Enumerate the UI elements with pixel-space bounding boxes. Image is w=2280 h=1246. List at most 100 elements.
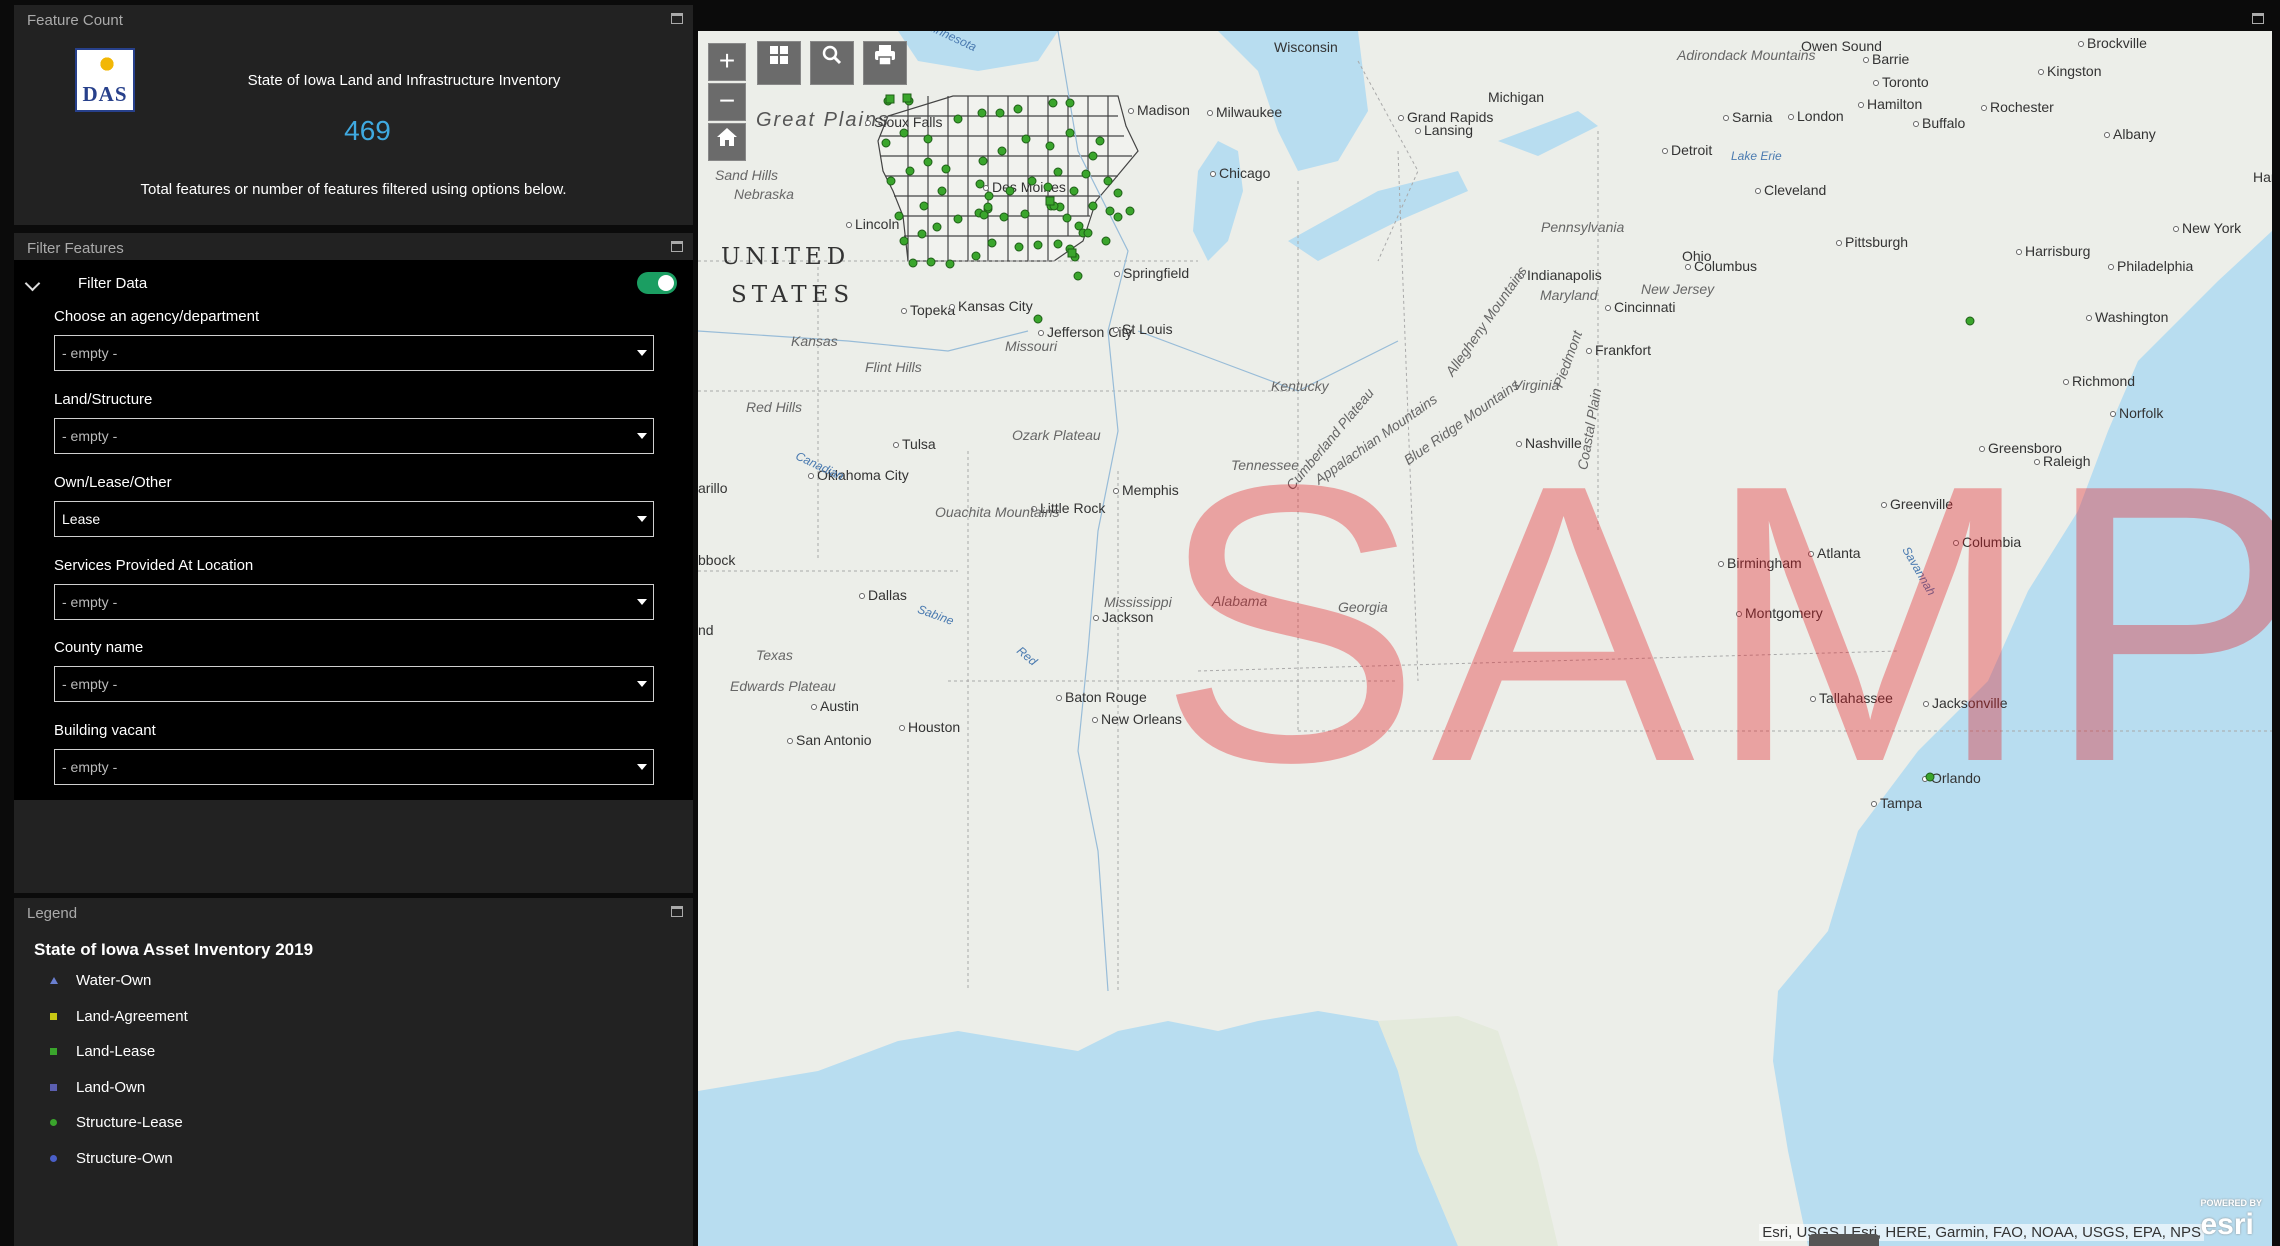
structure-lease-marker[interactable]: [1053, 239, 1063, 249]
services-select[interactable]: - empty -: [54, 584, 654, 620]
structure-lease-marker[interactable]: [945, 259, 955, 269]
land-lease-marker[interactable]: [1067, 248, 1077, 258]
agency-select[interactable]: - empty -: [54, 335, 654, 371]
structure-lease-marker[interactable]: [932, 222, 942, 232]
structure-lease-marker[interactable]: [1043, 182, 1053, 192]
structure-lease-marker[interactable]: [1062, 213, 1072, 223]
structure-lease-marker[interactable]: [1101, 236, 1111, 246]
land-lease-marker[interactable]: [902, 93, 912, 103]
structure-lease-marker[interactable]: [1033, 240, 1043, 250]
structure-lease-marker[interactable]: [1095, 136, 1105, 146]
structure-lease-marker[interactable]: [1125, 206, 1135, 216]
structure-lease-marker[interactable]: [1965, 316, 1975, 326]
map-view[interactable]: Great Plains UNITED STATES Wisconsin Owen…: [698, 31, 2272, 1246]
structure-lease-marker[interactable]: [1105, 206, 1115, 216]
land-lease-marker[interactable]: [885, 94, 895, 104]
structure-lease-marker[interactable]: [894, 211, 904, 221]
structure-lease-marker[interactable]: [1014, 242, 1024, 252]
caret-down-icon: [637, 350, 647, 356]
logo-text: esri: [2200, 1208, 2254, 1241]
maximize-icon[interactable]: [671, 906, 683, 917]
structure-lease-marker[interactable]: [1020, 209, 1030, 219]
filter-data-label: Filter Data: [78, 275, 148, 292]
structure-lease-marker[interactable]: [1053, 167, 1063, 177]
search-button[interactable]: [810, 41, 854, 85]
square-symbol-icon: [50, 1012, 57, 1020]
structure-lease-marker[interactable]: [1113, 188, 1123, 198]
structure-lease-marker[interactable]: [987, 238, 997, 248]
chevron-down-icon[interactable]: [24, 275, 41, 292]
zoom-in-button[interactable]: +: [708, 43, 746, 81]
structure-lease-marker[interactable]: [999, 212, 1009, 222]
structure-lease-marker[interactable]: [1113, 212, 1123, 222]
county-select[interactable]: - empty -: [54, 666, 654, 702]
structure-lease-marker[interactable]: [926, 257, 936, 267]
legend-label: Water-Own: [76, 972, 152, 989]
caret-down-icon: [637, 516, 647, 522]
structure-lease-marker[interactable]: [1103, 176, 1113, 186]
basemap-gallery-button[interactable]: [757, 41, 801, 85]
structure-lease-marker[interactable]: [937, 186, 947, 196]
print-button[interactable]: [863, 41, 907, 85]
structure-lease-marker[interactable]: [1013, 104, 1023, 114]
structure-lease-marker[interactable]: [1925, 772, 1935, 782]
structure-lease-marker[interactable]: [977, 108, 987, 118]
structure-lease-marker[interactable]: [899, 236, 909, 246]
structure-lease-marker[interactable]: [1005, 186, 1015, 196]
structure-lease-marker[interactable]: [1048, 98, 1058, 108]
structure-lease-marker[interactable]: [1088, 201, 1098, 211]
structure-lease-marker[interactable]: [1073, 271, 1083, 281]
structure-lease-marker[interactable]: [984, 191, 994, 201]
structure-lease-marker[interactable]: [1021, 134, 1031, 144]
land-structure-select[interactable]: - empty -: [54, 418, 654, 454]
structure-lease-marker[interactable]: [1081, 169, 1091, 179]
structure-lease-marker[interactable]: [923, 134, 933, 144]
structure-lease-marker[interactable]: [886, 176, 896, 186]
structure-lease-marker[interactable]: [908, 258, 918, 268]
structure-lease-marker[interactable]: [905, 166, 915, 176]
basemap-gallery-icon: [770, 46, 788, 64]
structure-lease-marker[interactable]: [995, 108, 1005, 118]
structure-lease-marker[interactable]: [953, 114, 963, 124]
filter-toggle[interactable]: [637, 272, 677, 294]
structure-lease-marker[interactable]: [975, 179, 985, 189]
structure-lease-marker[interactable]: [919, 201, 929, 211]
maximize-icon[interactable]: [671, 241, 683, 252]
structure-lease-marker[interactable]: [881, 138, 891, 148]
vacant-select[interactable]: - empty -: [54, 749, 654, 785]
structure-lease-marker[interactable]: [1027, 176, 1037, 186]
structure-lease-marker[interactable]: [971, 251, 981, 261]
structure-lease-marker[interactable]: [1065, 98, 1075, 108]
structure-lease-marker[interactable]: [923, 157, 933, 167]
panel-title: Filter Features: [27, 240, 124, 257]
structure-lease-marker[interactable]: [917, 229, 927, 239]
structure-lease-marker[interactable]: [978, 156, 988, 166]
structure-lease-marker[interactable]: [1088, 151, 1098, 161]
logo-text: DAS: [82, 82, 128, 106]
structure-lease-marker[interactable]: [997, 146, 1007, 156]
collapse-tab[interactable]: [1809, 1234, 1879, 1246]
triangle-symbol-icon: [50, 977, 58, 984]
legend-layer-title: State of Iowa Asset Inventory 2019: [34, 940, 314, 959]
zoom-out-button[interactable]: −: [708, 83, 746, 121]
home-button[interactable]: [708, 123, 746, 161]
structure-lease-marker[interactable]: [1065, 128, 1075, 138]
maximize-icon[interactable]: [671, 13, 683, 24]
select-value: - empty -: [62, 345, 118, 361]
structure-lease-marker[interactable]: [983, 202, 993, 212]
structure-lease-marker[interactable]: [953, 214, 963, 224]
land-lease-marker[interactable]: [1045, 196, 1055, 206]
structure-lease-marker[interactable]: [1045, 141, 1055, 151]
own-lease-select[interactable]: Lease: [54, 501, 654, 537]
das-logo: DAS: [75, 48, 135, 112]
legend-label: Land-Agreement: [76, 1007, 188, 1025]
structure-lease-marker[interactable]: [1033, 314, 1043, 324]
structure-lease-marker[interactable]: [1069, 186, 1079, 196]
maximize-icon[interactable]: [2252, 13, 2264, 24]
structure-lease-marker[interactable]: [979, 210, 989, 220]
count-description: Total features or number of features fil…: [140, 181, 567, 198]
panel-title: Feature Count: [27, 12, 123, 29]
structure-lease-marker[interactable]: [899, 128, 909, 138]
structure-lease-marker[interactable]: [1083, 228, 1093, 238]
structure-lease-marker[interactable]: [941, 164, 951, 174]
